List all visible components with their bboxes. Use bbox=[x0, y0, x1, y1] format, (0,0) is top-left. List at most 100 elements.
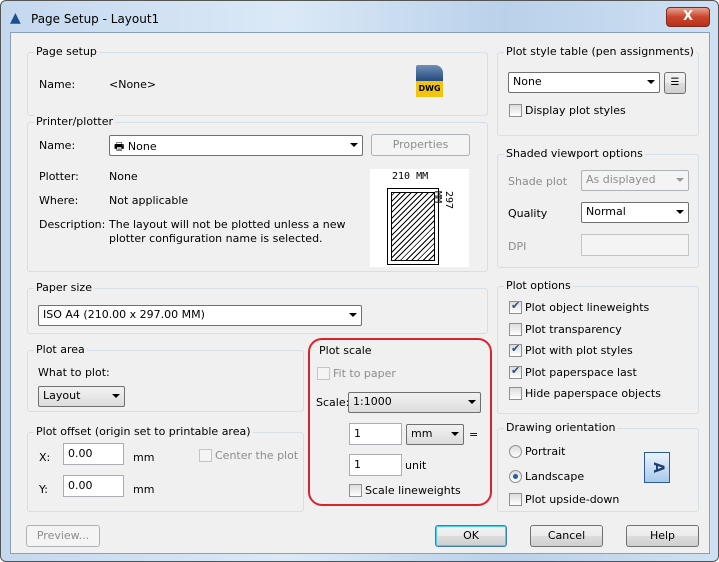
display-plot-styles-checkbox[interactable] bbox=[509, 104, 522, 117]
scale-label: Scale: bbox=[316, 396, 350, 409]
plot-scale-highlight bbox=[308, 338, 492, 506]
name-label: Name: bbox=[39, 139, 76, 152]
plot-option-checkbox[interactable] bbox=[509, 299, 522, 314]
plot-style-group: Plot style table (pen assignments) None … bbox=[497, 45, 699, 136]
group-label: Plot options bbox=[504, 279, 573, 292]
plot-upside-down-checkbox[interactable] bbox=[509, 493, 522, 506]
description-value: The layout will not be plotted unless a … bbox=[109, 218, 346, 245]
shaded-viewport-group: Shaded viewport options Shade plot As di… bbox=[497, 147, 699, 268]
group-label: Plot offset (origin set to printable are… bbox=[34, 425, 253, 438]
display-plot-styles-label: Display plot styles bbox=[525, 104, 626, 117]
group-label: Shaded viewport options bbox=[504, 147, 645, 160]
scale-lineweights-checkbox[interactable] bbox=[349, 484, 362, 497]
help-button[interactable]: Help bbox=[626, 525, 699, 547]
ok-button[interactable]: OK bbox=[435, 525, 507, 547]
x-offset-input[interactable]: 0.00 bbox=[63, 443, 124, 465]
scale-lineweights-label: Scale lineweights bbox=[365, 484, 461, 497]
plot-option-label: Plot object lineweights bbox=[525, 301, 650, 314]
shade-plot-label: Shade plot bbox=[508, 175, 568, 188]
center-plot-label: Center the plot bbox=[215, 449, 299, 462]
what-to-plot-dropdown[interactable]: Layout bbox=[38, 386, 125, 407]
window-title: Page Setup - Layout1 bbox=[31, 12, 160, 26]
y-label: Y: bbox=[39, 483, 48, 496]
plot-option-label: Plot with plot styles bbox=[525, 344, 633, 357]
description-label: Description: bbox=[39, 218, 106, 231]
where-value: Not applicable bbox=[109, 194, 189, 207]
plot-option-checkbox[interactable] bbox=[509, 322, 522, 336]
plot-option-checkbox[interactable] bbox=[509, 342, 522, 357]
chevron-down-icon bbox=[676, 178, 684, 182]
x-unit: mm bbox=[133, 451, 155, 464]
plot-option-label: Plot transparency bbox=[525, 322, 622, 336]
plot-option-label: Hide paperspace objects bbox=[525, 387, 661, 400]
page-setup-dialog: ▲ Page Setup - Layout1 X Page setup Name… bbox=[0, 0, 719, 562]
paper-width-label: 210 MM bbox=[392, 171, 429, 182]
group-label: Drawing orientation bbox=[504, 421, 618, 434]
paper-size-group: Paper size ISO A4 (210.00 x 297.00 MM) bbox=[27, 281, 488, 334]
plot-options-group: Plot options Plot object lineweights Plot… bbox=[497, 279, 699, 414]
scale-dropdown[interactable]: 1:1000 bbox=[348, 392, 481, 413]
plot-style-dropdown[interactable]: None bbox=[508, 72, 660, 93]
shade-plot-dropdown[interactable]: As displayed bbox=[581, 170, 689, 191]
y-unit: mm bbox=[133, 483, 155, 496]
chevron-down-icon bbox=[676, 210, 684, 214]
fit-to-paper-label: Fit to paper bbox=[333, 367, 396, 380]
scale-mm-input[interactable]: 1 bbox=[349, 423, 402, 445]
plotter-label: Plotter: bbox=[39, 170, 79, 183]
scale-units-dropdown[interactable]: mm bbox=[406, 424, 464, 445]
plot-scale-label: Plot scale bbox=[319, 344, 372, 357]
quality-dropdown[interactable]: Normal bbox=[581, 202, 689, 223]
scale-unit-input[interactable]: 1 bbox=[349, 454, 402, 476]
plot-offset-group: Plot offset (origin set to printable are… bbox=[27, 425, 304, 512]
chevron-down-icon bbox=[350, 143, 358, 147]
fit-to-paper-checkbox[interactable] bbox=[317, 367, 330, 380]
landscape-radio[interactable] bbox=[509, 470, 522, 483]
quality-label: Quality bbox=[508, 207, 548, 220]
printer-plotter-group: Printer/plotter Name: 🖶 None Properties … bbox=[27, 115, 488, 272]
properties-button[interactable]: Properties bbox=[371, 134, 470, 156]
where-label: Where: bbox=[39, 194, 79, 207]
name-label: Name: bbox=[39, 78, 76, 91]
landscape-label: Landscape bbox=[525, 470, 585, 483]
chevron-down-icon bbox=[647, 80, 655, 84]
plot-area-group: Plot area What to plot: Layout bbox=[27, 343, 304, 412]
group-label: Paper size bbox=[34, 281, 94, 294]
paper-height-label: 297 MM bbox=[432, 191, 454, 210]
chevron-down-icon bbox=[112, 394, 120, 398]
page-setup-group: Page setup Name: <None> DWG bbox=[27, 45, 488, 116]
edit-plot-style-button[interactable]: ☰ bbox=[664, 72, 686, 94]
group-label: Plot style table (pen assignments) bbox=[504, 45, 696, 58]
plot-upside-down-label: Plot upside-down bbox=[525, 493, 620, 506]
preview-button[interactable]: Preview... bbox=[26, 525, 100, 547]
paper-size-dropdown[interactable]: ISO A4 (210.00 x 297.00 MM) bbox=[38, 305, 362, 326]
group-label: Printer/plotter bbox=[34, 115, 115, 128]
y-offset-input[interactable]: 0.00 bbox=[63, 475, 124, 497]
close-button[interactable]: X bbox=[666, 7, 710, 27]
edit-table-icon: ☰ bbox=[670, 77, 680, 88]
plotter-value: None bbox=[109, 170, 138, 183]
plot-option-checkbox[interactable] bbox=[509, 387, 522, 400]
center-plot-checkbox[interactable] bbox=[199, 449, 212, 462]
autocad-app-icon: ▲ bbox=[10, 10, 21, 26]
portrait-label: Portrait bbox=[525, 445, 566, 458]
portrait-radio[interactable] bbox=[509, 445, 522, 458]
plot-option-checkbox[interactable] bbox=[509, 364, 522, 379]
what-to-plot-label: What to plot: bbox=[38, 366, 110, 379]
equals-sign: = bbox=[469, 428, 479, 441]
unit-label: unit bbox=[405, 459, 427, 472]
page-setup-name: <None> bbox=[109, 78, 157, 91]
x-label: X: bbox=[39, 451, 51, 464]
cancel-button[interactable]: Cancel bbox=[530, 525, 603, 547]
printer-name-dropdown[interactable]: 🖶 None bbox=[109, 135, 363, 156]
dialog-body: Page setup Name: <None> DWG Printer/plot… bbox=[10, 32, 710, 554]
paper-preview: 210 MM 297 MM bbox=[370, 169, 469, 267]
dwg-file-icon: DWG bbox=[416, 65, 443, 97]
plot-option-label: Plot paperspace last bbox=[525, 365, 637, 379]
printer-icon: 🖶 bbox=[114, 140, 128, 153]
drawing-orientation-group: Drawing orientation Portrait Landscape P… bbox=[497, 421, 699, 512]
chevron-down-icon bbox=[468, 400, 476, 404]
chevron-down-icon bbox=[451, 432, 459, 436]
group-label: Plot area bbox=[34, 343, 87, 356]
dpi-input[interactable] bbox=[581, 234, 689, 256]
group-label: Page setup bbox=[34, 45, 99, 58]
